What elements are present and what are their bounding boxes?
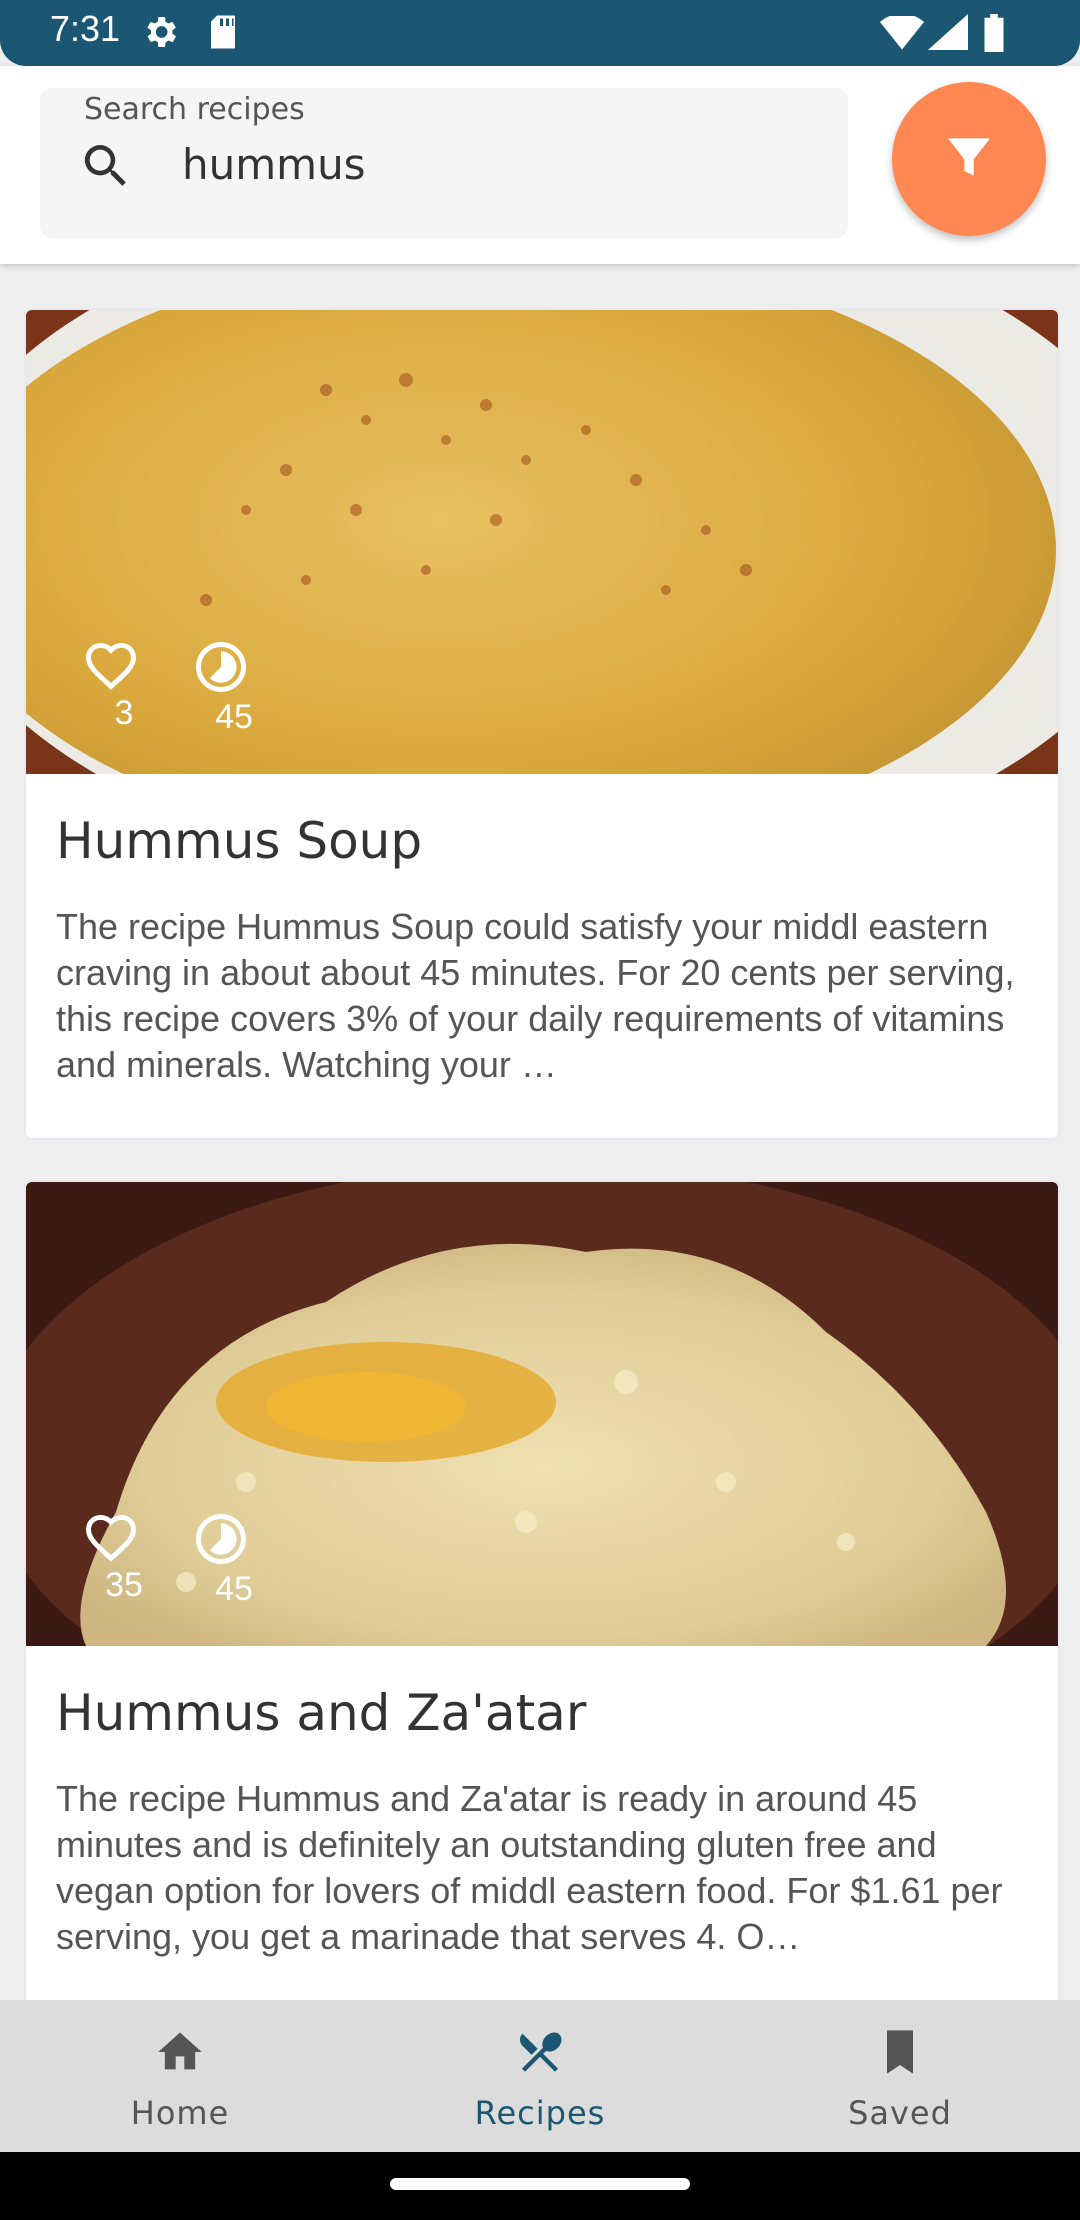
nav-item-home[interactable]: Home <box>0 2000 360 2152</box>
nav-label-saved: Saved <box>848 2094 952 2132</box>
search-input[interactable]: Search recipes hummus <box>40 88 848 238</box>
recipe-description: The recipe Hummus and Za'atar is ready i… <box>56 1778 1003 1957</box>
recipe-description: The recipe Hummus Soup could satisfy you… <box>56 906 1015 1085</box>
wifi-icon <box>880 13 924 54</box>
time-minutes: 45 <box>215 1570 253 1608</box>
clock-icon <box>194 640 274 694</box>
time-minutes: 45 <box>215 698 253 736</box>
home-gesture-handle[interactable] <box>390 2178 690 2190</box>
likes-count: 3 <box>114 694 134 732</box>
system-gesture-area <box>0 2152 1080 2220</box>
bookmark-icon <box>874 2026 926 2082</box>
sd-card-icon <box>208 14 238 54</box>
filter-icon <box>941 129 997 189</box>
nav-item-recipes[interactable]: Recipes <box>360 2000 720 2152</box>
likes-stat: 3 <box>84 640 164 733</box>
heart-icon <box>84 640 164 690</box>
filter-button[interactable] <box>892 82 1046 236</box>
recipe-image: 35 45 <box>26 1182 1058 1646</box>
clock-icon <box>194 1512 274 1566</box>
heart-icon <box>84 1512 164 1562</box>
time-stat: 45 <box>194 1512 274 1609</box>
gear-icon <box>140 12 180 56</box>
recipe-title: Hummus Soup <box>56 812 423 870</box>
time-stat: 45 <box>194 640 274 737</box>
bottom-navigation: Home Recipes Saved <box>0 2000 1080 2152</box>
recipe-list: 3 45 Hummus Soup The recipe Hummus Soup … <box>0 264 1080 2000</box>
search-label: Search recipes <box>84 92 305 127</box>
nav-label-recipes: Recipes <box>474 2094 606 2132</box>
nav-item-saved[interactable]: Saved <box>720 2000 1080 2152</box>
fork-knife-icon <box>514 2026 566 2082</box>
home-icon <box>154 2026 206 2082</box>
likes-count: 35 <box>105 1566 143 1604</box>
battery-icon <box>982 14 1006 56</box>
status-bar: 7:31 <box>0 0 1080 66</box>
search-header: Search recipes hummus <box>0 66 1080 264</box>
recipe-card[interactable]: 3 45 Hummus Soup The recipe Hummus Soup … <box>24 308 1060 1140</box>
search-value: hummus <box>182 140 366 189</box>
recipe-card[interactable]: 35 45 Hummus and Za'atar The recipe Humm… <box>24 1180 1060 2000</box>
status-time: 7:31 <box>50 8 121 49</box>
nav-label-home: Home <box>130 2094 230 2132</box>
recipe-title: Hummus and Za'atar <box>56 1684 587 1742</box>
signal-icon <box>928 14 968 54</box>
likes-stat: 35 <box>84 1512 164 1605</box>
recipe-image: 3 45 <box>26 310 1058 774</box>
search-icon <box>78 138 134 198</box>
